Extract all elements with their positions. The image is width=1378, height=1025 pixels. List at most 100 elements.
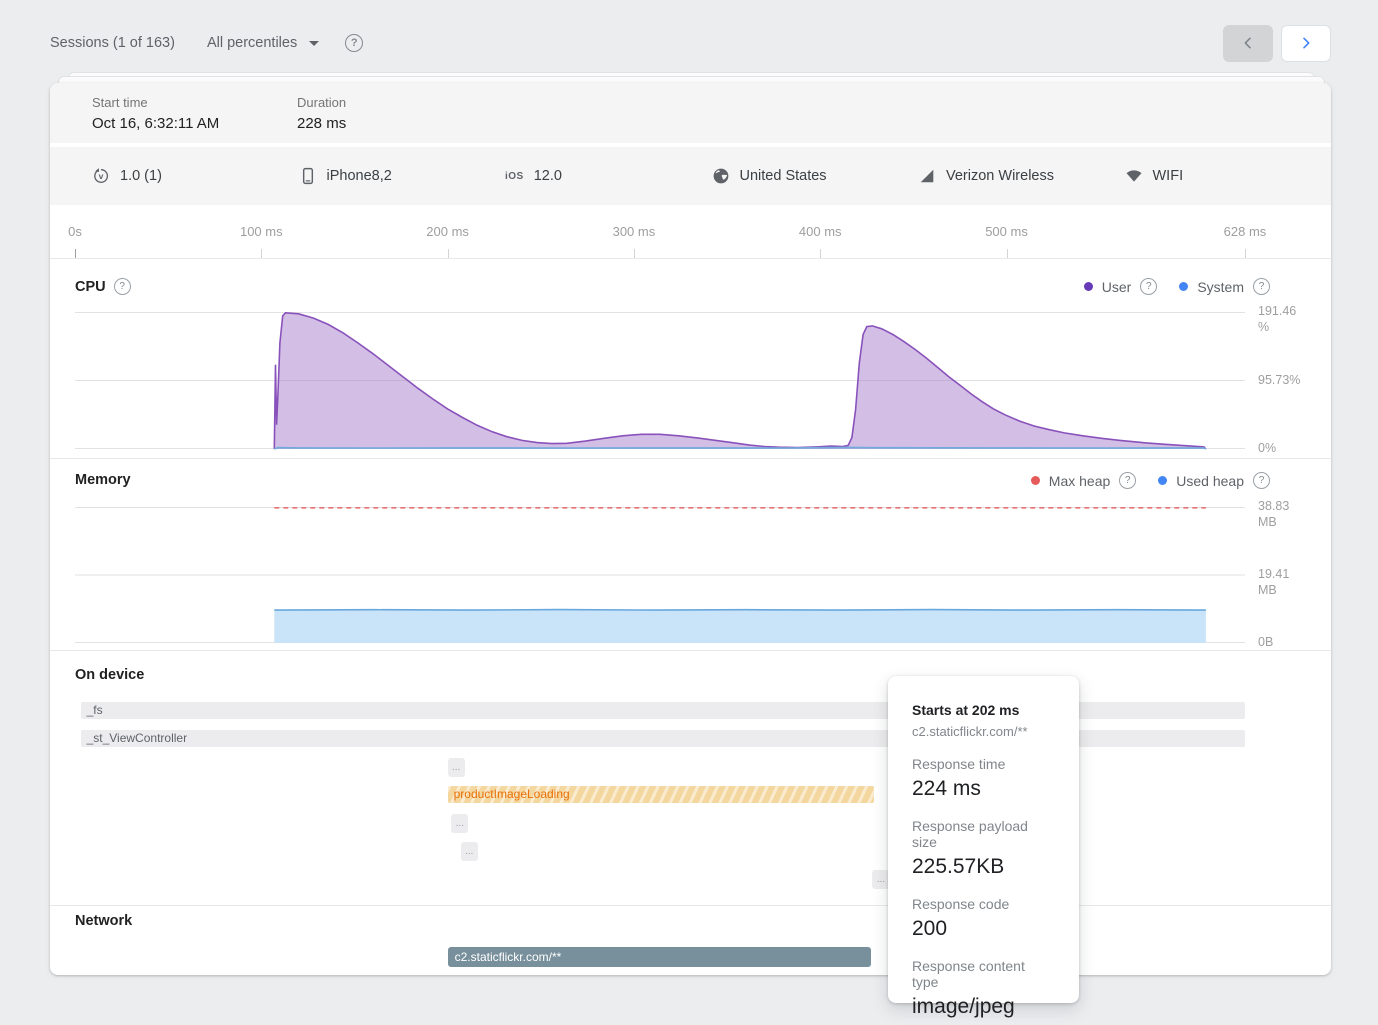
- start-time-label: Start time: [92, 95, 297, 110]
- duration-label: Duration: [297, 95, 502, 110]
- sessions-count-label: Sessions (1 of 163): [50, 35, 175, 51]
- timeline-tick-mark: [448, 249, 449, 258]
- user-legend-dot: [1084, 282, 1093, 291]
- collapsed-trace-chip[interactable]: ...: [872, 870, 889, 889]
- toolbar: Sessions (1 of 163) All percentiles ?: [50, 25, 1331, 61]
- tooltip-field-value: 200: [912, 917, 1055, 941]
- tooltip-field-value: 225.57KB: [912, 855, 1055, 879]
- session-nav: [1223, 25, 1331, 62]
- start-time-stat: Start time Oct 16, 6:32:11 AM: [92, 83, 297, 143]
- timeline-tick-mark: [1007, 249, 1008, 258]
- globe-icon: [712, 167, 730, 185]
- chevron-right-icon: [1298, 35, 1314, 51]
- start-time-value: Oct 16, 6:32:11 AM: [92, 115, 297, 132]
- duration-value: 228 ms: [297, 115, 502, 132]
- cpu-section-title: CPU ?: [75, 278, 131, 295]
- tooltip-field-label: Response payload size: [912, 818, 1055, 850]
- collapsed-trace-chip[interactable]: ...: [448, 758, 465, 777]
- country-value: United States: [740, 168, 827, 184]
- timeline-ruler: 0s 100 ms 200 ms 300 ms 400 ms 500 ms 628 ms: [50, 205, 1331, 259]
- legend-item-user: User?: [1084, 278, 1158, 295]
- system-legend-dot: [1179, 282, 1188, 291]
- device-model-item: iPhone8,2: [299, 167, 506, 185]
- legend-item-used-heap: Used heap?: [1158, 472, 1270, 489]
- memory-section: Memory Max heap?Used heap? 38.83 MB19.41…: [50, 458, 1331, 651]
- memory-section-title: Memory: [75, 472, 131, 488]
- on-device-section: On device _fs_st_ViewController...produc…: [50, 650, 1331, 906]
- legend-label: Max heap: [1049, 473, 1110, 489]
- cpu-title-text: CPU: [75, 279, 106, 295]
- app-version-item: v 1.0 (1): [92, 167, 299, 185]
- collapsed-trace-chip[interactable]: ...: [451, 814, 468, 833]
- cpu-help-icon[interactable]: ?: [114, 278, 131, 295]
- device-info-band: v 1.0 (1) iPhone8,2 iOS 12.0 United Stat…: [50, 147, 1331, 205]
- chevron-down-icon: [309, 41, 319, 46]
- collapsed-trace-chip[interactable]: ...: [461, 842, 478, 861]
- network-request-bar[interactable]: c2.staticflickr.com/**: [448, 947, 871, 967]
- trace-bar-productimageloading[interactable]: productImageLoading: [448, 786, 875, 803]
- help-icon[interactable]: ?: [1253, 278, 1270, 295]
- timeline-tick-label: 200 ms: [426, 224, 469, 239]
- timeline-tick-mark: [75, 249, 76, 258]
- timeline-tick-mark: [1245, 249, 1246, 258]
- max-heap-legend-dot: [1031, 476, 1040, 485]
- cellular-signal-icon: [918, 167, 936, 185]
- session-card: Start time Oct 16, 6:32:11 AM Duration 2…: [50, 83, 1331, 975]
- performance-session-page: Sessions (1 of 163) All percentiles ? St…: [0, 0, 1378, 1025]
- cpu-axis-tick-label: 191.46 %: [1258, 304, 1308, 335]
- timeline-tick-label: 628 ms: [1224, 224, 1267, 239]
- memory-axis-tick-label: 38.83 MB: [1258, 499, 1308, 530]
- wifi-icon: [1125, 167, 1143, 185]
- legend-item-max-heap: Max heap?: [1031, 472, 1136, 489]
- help-icon[interactable]: ?: [345, 34, 363, 52]
- tooltip-field-value: 224 ms: [912, 777, 1055, 801]
- help-icon[interactable]: ?: [1140, 278, 1157, 295]
- cpu-section: CPU ? User?System? 191.46 %95.73%0%: [50, 258, 1331, 459]
- tooltip-fields: Response time 224 ms Response payload size…: [912, 756, 1055, 1019]
- svg-text:v: v: [99, 171, 104, 181]
- cpu-axis-tick-label: 0%: [1258, 441, 1308, 457]
- carrier-item: Verizon Wireless: [918, 167, 1125, 185]
- duration-stat: Duration 228 ms: [297, 83, 502, 143]
- chevron-left-icon: [1240, 35, 1256, 51]
- connection-item: WIFI: [1125, 167, 1332, 185]
- device-model-value: iPhone8,2: [327, 168, 392, 184]
- tooltip-title: Starts at 202 ms: [912, 702, 1055, 718]
- tooltip-field-value: image/jpeg: [912, 995, 1055, 1019]
- timeline-tick-mark: [261, 249, 262, 258]
- carrier-value: Verizon Wireless: [946, 168, 1054, 184]
- legend-item-system: System?: [1179, 278, 1270, 295]
- network-section: Network c2.staticflickr.com/**: [50, 905, 1331, 975]
- used-heap-legend-dot: [1158, 476, 1167, 485]
- cpu-chart[interactable]: [75, 312, 1245, 449]
- timeline-tick-label: 400 ms: [799, 224, 842, 239]
- percentiles-dropdown[interactable]: All percentiles: [207, 35, 319, 51]
- next-session-button[interactable]: [1281, 25, 1331, 62]
- memory-axis-tick-label: 19.41 MB: [1258, 567, 1308, 598]
- connection-value: WIFI: [1153, 168, 1184, 184]
- help-icon[interactable]: ?: [1119, 472, 1136, 489]
- timeline-tick-mark: [820, 249, 821, 258]
- legend-label: System: [1197, 279, 1244, 295]
- tooltip-subtitle: c2.staticflickr.com/**: [912, 724, 1055, 739]
- timeline-tick-label: 0s: [68, 224, 82, 239]
- timeline-tick-label: 300 ms: [613, 224, 656, 239]
- legend-label: User: [1102, 279, 1132, 295]
- timeline-tick-label: 500 ms: [985, 224, 1028, 239]
- cpu-legend: User?System?: [1084, 278, 1270, 295]
- cpu-axis-tick-label: 95.73%: [1258, 373, 1308, 389]
- memory-chart[interactable]: [75, 507, 1245, 643]
- tooltip-field-label: Response code: [912, 896, 1055, 912]
- app-version-value: 1.0 (1): [120, 168, 162, 184]
- previous-session-button[interactable]: [1223, 25, 1273, 62]
- ios-icon: iOS: [505, 171, 524, 182]
- help-icon[interactable]: ?: [1253, 472, 1270, 489]
- memory-chart-canvas: [75, 507, 1245, 643]
- os-version-item: iOS 12.0: [505, 168, 712, 184]
- timeline-tick-label: 100 ms: [240, 224, 283, 239]
- app-version-icon: v: [92, 167, 110, 185]
- country-item: United States: [712, 167, 919, 185]
- session-summary-band: Start time Oct 16, 6:32:11 AM Duration 2…: [50, 83, 1331, 143]
- tooltip-field-label: Response time: [912, 756, 1055, 772]
- legend-label: Used heap: [1176, 473, 1244, 489]
